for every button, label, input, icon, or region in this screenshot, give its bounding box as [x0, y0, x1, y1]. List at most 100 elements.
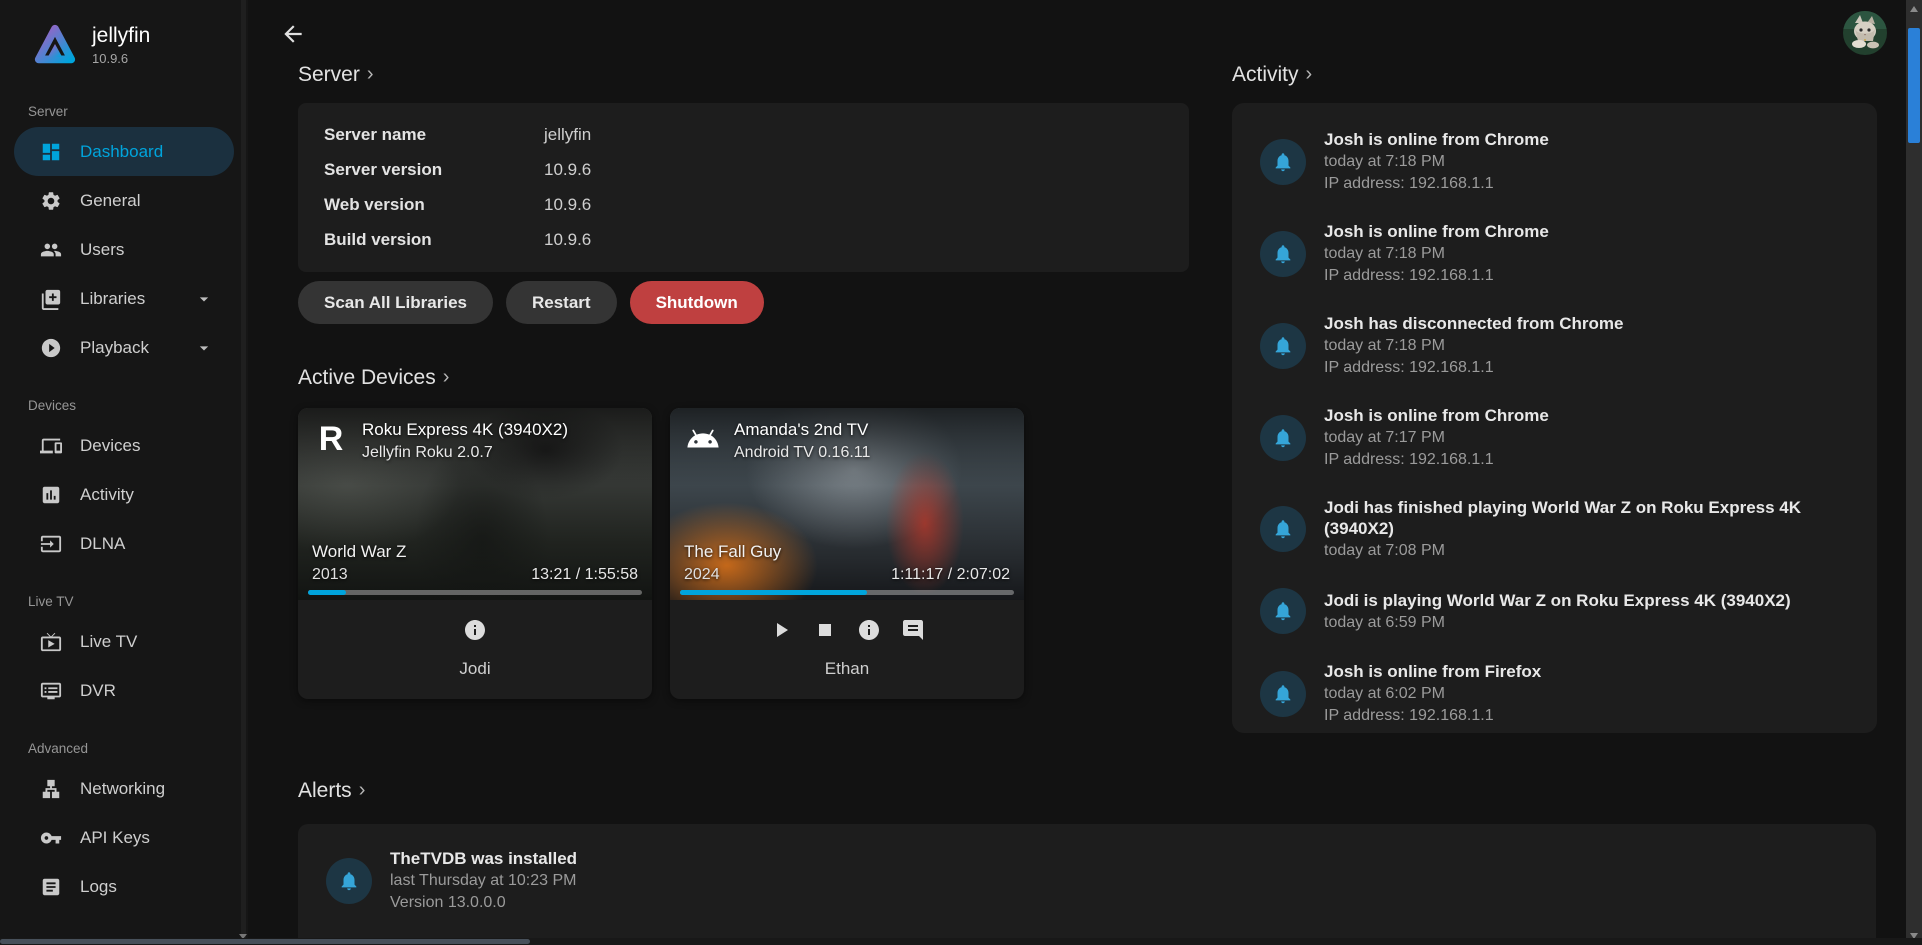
play-circle-icon [40, 337, 62, 359]
app-logo[interactable]: jellyfin 10.9.6 [0, 0, 248, 78]
activity-time: today at 7:08 PM [1324, 540, 1849, 561]
devices-icon [40, 435, 62, 457]
vertical-scrollbar-thumb[interactable] [1908, 28, 1920, 143]
horizontal-scrollbar-thumb[interactable] [0, 939, 530, 944]
sidebar-item-libraries[interactable]: Libraries [14, 274, 234, 323]
activity-title: Jodi has finished playing World War Z on… [1324, 497, 1849, 539]
arrow-left-icon [280, 21, 306, 47]
activity-title: Josh is online from Chrome [1324, 129, 1549, 150]
client-version: Android TV 0.16.11 [734, 444, 870, 462]
info-icon[interactable] [463, 618, 487, 642]
activity-entry: Josh is online from Firefox today at 6:0… [1260, 661, 1849, 726]
active-devices-list: R Roku Express 4K (3940X2) Jellyfin Roku… [298, 408, 1024, 699]
device-card-footer: Ethan [670, 600, 1024, 699]
sidebar-item-api-keys[interactable]: API Keys [14, 813, 234, 862]
roku-letter: R [319, 420, 344, 458]
section-title: Server [298, 63, 360, 87]
sidebar-item-label: Devices [80, 436, 140, 456]
media-year: 2024 [684, 566, 781, 584]
sidebar-item-live-tv[interactable]: Live TV [14, 617, 234, 666]
activity-entry-text: Josh is online from Chrome today at 7:17… [1324, 405, 1549, 470]
server-info-row: Web version 10.9.6 [298, 190, 1189, 220]
server-actions: Scan All Libraries Restart Shutdown [298, 281, 764, 324]
activity-ip: IP address: 192.168.1.1 [1324, 173, 1549, 194]
info-icon[interactable] [857, 618, 881, 642]
alerts-heading[interactable]: Alerts › [298, 779, 365, 803]
device-card-header: Amanda's 2nd TV Android TV 0.16.11 [670, 408, 1024, 486]
playback-progress-bar [308, 590, 642, 595]
scan-all-libraries-button[interactable]: Scan All Libraries [298, 281, 493, 324]
scroll-up-arrow[interactable] [1910, 6, 1918, 12]
sidebar-item-networking[interactable]: Networking [14, 764, 234, 813]
chevron-right-icon: › [367, 62, 374, 86]
live-tv-icon [40, 631, 62, 653]
vertical-scrollbar[interactable] [1906, 0, 1922, 945]
sidebar-scrollbar[interactable] [241, 0, 246, 945]
sidebar-item-label: DVR [80, 681, 116, 701]
back-button[interactable] [278, 20, 308, 50]
device-name: Amanda's 2nd TV [734, 420, 870, 440]
active-devices-heading[interactable]: Active Devices › [298, 366, 449, 390]
session-user: Ethan [670, 659, 1024, 679]
info-value: 10.9.6 [544, 195, 591, 215]
activity-entry: Josh has disconnected from Chrome today … [1260, 313, 1849, 378]
activity-ip: IP address: 192.168.1.1 [1324, 705, 1541, 726]
server-info-row: Server version 10.9.6 [298, 155, 1189, 185]
sidebar-item-label: Dashboard [80, 142, 163, 162]
device-card-android-tv[interactable]: Amanda's 2nd TV Android TV 0.16.11 The F… [670, 408, 1024, 699]
input-icon [40, 533, 62, 555]
horizontal-scrollbar[interactable] [0, 938, 1922, 945]
sidebar-item-activity[interactable]: Activity [14, 470, 234, 519]
sidebar-item-general[interactable]: General [14, 176, 234, 225]
restart-button[interactable]: Restart [506, 281, 617, 324]
sidebar-item-devices[interactable]: Devices [14, 421, 234, 470]
playback-progress-fill [680, 590, 867, 595]
chevron-right-icon: › [443, 365, 450, 389]
activity-time: today at 7:18 PM [1324, 243, 1549, 264]
activity-entry-text: Josh is online from Firefox today at 6:0… [1324, 661, 1541, 726]
activity-heading[interactable]: Activity › [1232, 63, 1312, 87]
chevron-down-icon[interactable] [194, 338, 214, 358]
sidebar-item-label: Playback [80, 338, 149, 358]
activity-card: Josh is online from Chrome today at 7:18… [1232, 103, 1877, 733]
device-card-footer: Jodi [298, 600, 652, 699]
server-info-row: Build version 10.9.6 [298, 225, 1189, 255]
sidebar-item-users[interactable]: Users [14, 225, 234, 274]
shutdown-button[interactable]: Shutdown [630, 281, 764, 324]
sidebar-item-dvr[interactable]: DVR [14, 666, 234, 715]
sidebar-item-dlna[interactable]: DLNA [14, 519, 234, 568]
chevron-down-icon[interactable] [194, 289, 214, 309]
app-title-block: jellyfin 10.9.6 [92, 24, 150, 66]
bell-icon [1272, 427, 1294, 449]
play-icon[interactable] [769, 618, 793, 642]
dvr-icon [40, 680, 62, 702]
stop-icon[interactable] [813, 618, 837, 642]
sidebar-section-livetv: Live TV [0, 568, 248, 617]
info-label: Server name [324, 125, 544, 145]
bell-avatar [1260, 415, 1306, 461]
alert-title: TheTVDB was installed [390, 848, 577, 869]
now-playing-backdrop: Amanda's 2nd TV Android TV 0.16.11 The F… [670, 408, 1024, 600]
server-section-heading[interactable]: Server › [298, 63, 374, 87]
bell-icon [1272, 683, 1294, 705]
message-icon[interactable] [901, 618, 925, 642]
sidebar-item-logs[interactable]: Logs [14, 862, 234, 911]
activity-entry-text: Jodi has finished playing World War Z on… [1324, 497, 1849, 561]
info-label: Build version [324, 230, 544, 250]
sidebar-item-playback[interactable]: Playback [14, 323, 234, 372]
app-version: 10.9.6 [92, 51, 150, 66]
media-text: World War Z 2013 [312, 542, 406, 584]
client-version: Jellyfin Roku 2.0.7 [362, 444, 568, 462]
device-header-text: Amanda's 2nd TV Android TV 0.16.11 [734, 420, 870, 462]
sidebar-item-dashboard[interactable]: Dashboard [14, 127, 234, 176]
playback-controls [670, 616, 1024, 644]
bell-avatar [1260, 231, 1306, 277]
user-avatar[interactable] [1843, 11, 1887, 55]
device-card-roku[interactable]: R Roku Express 4K (3940X2) Jellyfin Roku… [298, 408, 652, 699]
bell-avatar [1260, 588, 1306, 634]
activity-entry: Josh is online from Chrome today at 7:18… [1260, 221, 1849, 286]
alert-detail: Version 13.0.0.0 [390, 892, 577, 913]
activity-ip: IP address: 192.168.1.1 [1324, 357, 1623, 378]
section-title: Active Devices [298, 366, 436, 390]
info-label: Server version [324, 160, 544, 180]
